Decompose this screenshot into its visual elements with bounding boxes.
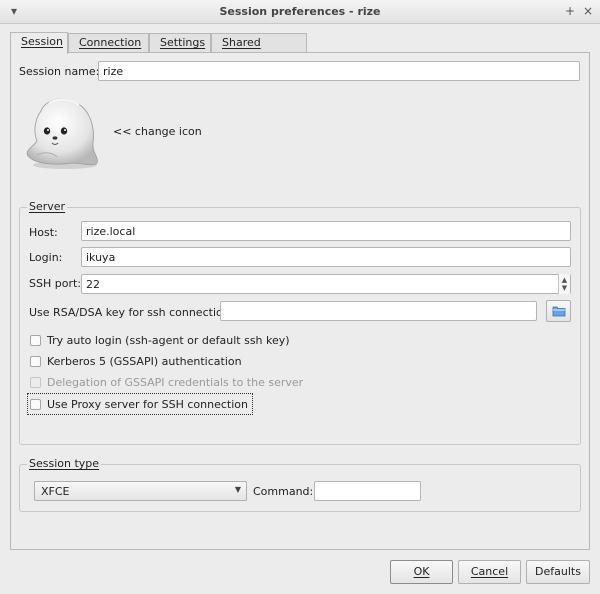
defaults-button[interactable]: Defaults (526, 560, 590, 584)
browse-key-button[interactable] (546, 300, 571, 322)
stepper-up-icon[interactable]: ▲ (562, 276, 567, 284)
rsa-key-input[interactable] (220, 301, 537, 321)
folder-icon (552, 306, 565, 317)
cancel-button-label: Cancel (470, 565, 509, 578)
window-title: Session preferences - rize (219, 5, 381, 18)
session-panel: Session name: rize << change icon Server… (10, 52, 590, 550)
checkbox-box (30, 376, 41, 388)
server-group-title: Server (27, 200, 68, 213)
port-stepper[interactable]: ▲ ▼ (558, 274, 570, 294)
host-label: Host: (29, 226, 58, 239)
checkbox-label: Use Proxy server for SSH connection (47, 397, 248, 411)
defaults-button-label: Defaults (535, 565, 581, 578)
checkbox-box[interactable] (30, 355, 41, 367)
gssapi-delegation-checkbox: Delegation of GSSAPI credentials to the … (30, 374, 303, 390)
session-type-select[interactable]: XFCE ▼ (34, 481, 247, 501)
ssh-port-input[interactable] (81, 274, 571, 294)
checkbox-label: Kerberos 5 (GSSAPI) authentication (47, 354, 242, 368)
checkbox-box[interactable] (30, 334, 41, 346)
tab-connection[interactable]: Connection (68, 33, 149, 53)
kerberos-checkbox[interactable]: Kerberos 5 (GSSAPI) authentication (30, 353, 242, 369)
login-input[interactable] (81, 247, 571, 267)
pin-icon[interactable]: + (562, 3, 578, 19)
command-label: Command: (253, 485, 314, 498)
command-input[interactable] (314, 481, 421, 501)
change-icon-label[interactable]: << change icon (113, 125, 202, 138)
auto-login-checkbox[interactable]: Try auto login (ssh-agent or default ssh… (30, 332, 290, 348)
checkbox-label: Delegation of GSSAPI credentials to the … (47, 375, 304, 389)
checkbox-box[interactable] (30, 398, 41, 410)
rsa-key-label: Use RSA/DSA key for ssh connection: (29, 306, 234, 319)
stepper-down-icon[interactable]: ▼ (562, 284, 567, 292)
host-input[interactable] (81, 221, 571, 241)
cancel-button[interactable]: Cancel (458, 560, 521, 584)
session-type-value: XFCE (41, 485, 70, 498)
session-name-label: Session name: (19, 65, 100, 78)
close-icon[interactable]: × (580, 3, 596, 19)
tab-session[interactable]: Session (10, 32, 68, 54)
ssh-port-label: SSH port: (29, 277, 81, 290)
dialog-body: Session Connection Settings Shared folde… (0, 24, 600, 594)
proxy-server-checkbox[interactable]: Use Proxy server for SSH connection (27, 393, 253, 415)
tab-settings[interactable]: Settings (149, 33, 211, 53)
session-icon[interactable] (19, 91, 103, 171)
ok-button-label: OK (413, 565, 430, 578)
title-bar: ▾ Session preferences - rize + × (0, 0, 600, 24)
chevron-down-icon: ▼ (234, 485, 241, 494)
session-type-group-title: Session type (27, 457, 102, 470)
login-label: Login: (29, 251, 63, 264)
session-name-input[interactable] (98, 61, 580, 81)
checkbox-label: Try auto login (ssh-agent or default ssh… (47, 333, 290, 347)
tab-shared-folders[interactable]: Shared folders (211, 33, 307, 67)
ok-button[interactable]: OK (390, 560, 453, 584)
